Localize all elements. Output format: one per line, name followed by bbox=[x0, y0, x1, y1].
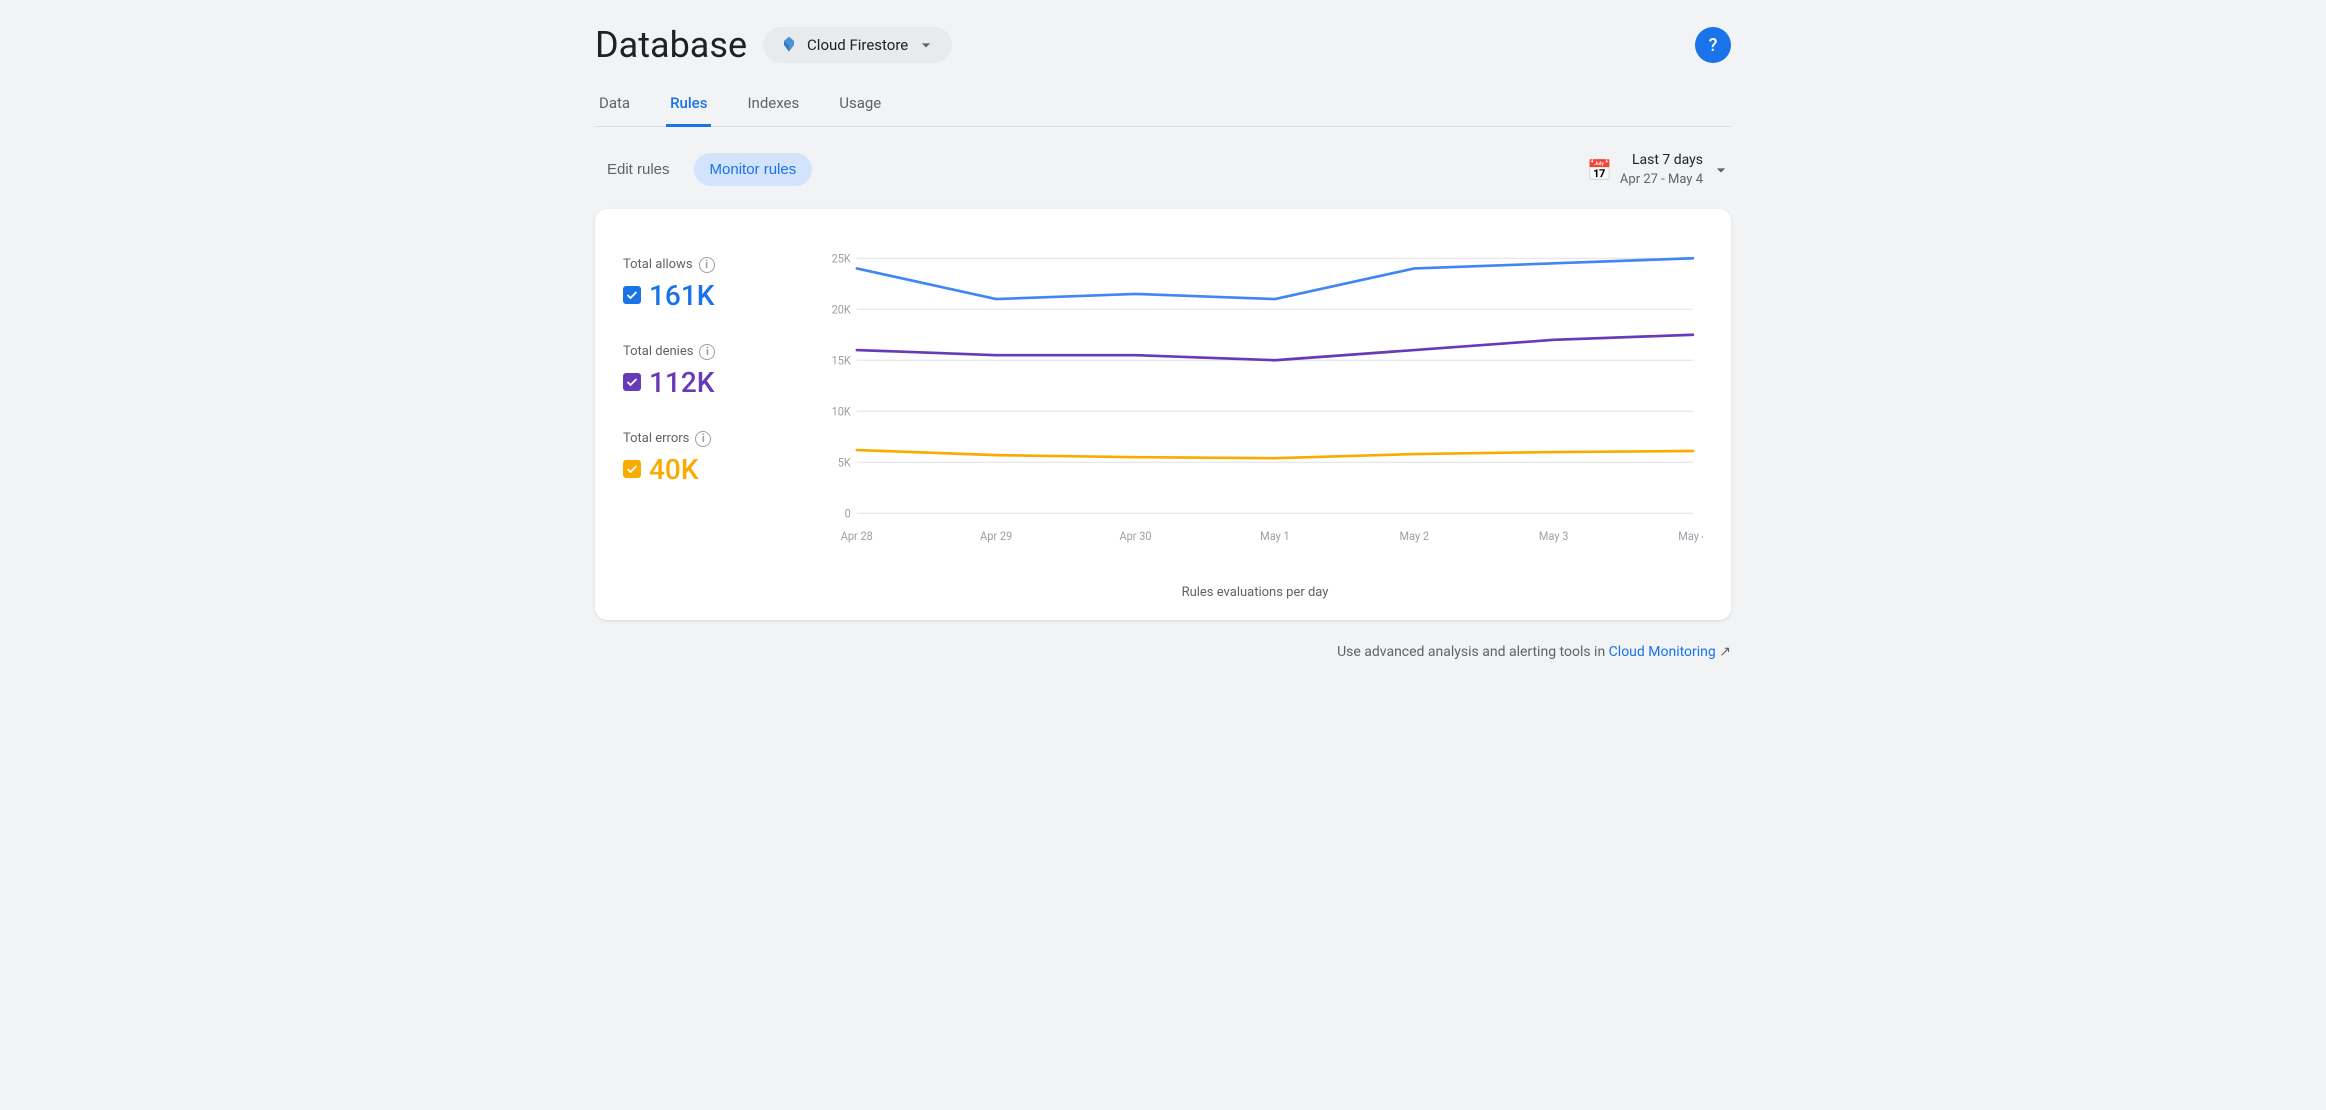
svg-text:May 3: May 3 bbox=[1539, 528, 1568, 542]
legend-panel: Total allows i 161K Total denies i bbox=[623, 237, 783, 600]
errors-label: Total errors i bbox=[623, 431, 783, 447]
external-link-icon: ↗ bbox=[1719, 644, 1731, 660]
svg-text:May 2: May 2 bbox=[1400, 528, 1429, 542]
svg-text:May 1: May 1 bbox=[1260, 528, 1289, 542]
legend-denies: Total denies i 112K bbox=[623, 344, 783, 399]
chart-svg: 25K 20K 15K 10K 5K 0 Apr 28 Apr 29 Apr 3… bbox=[807, 237, 1703, 577]
date-range-selector[interactable]: 📅 Last 7 days Apr 27 - May 4 bbox=[1587, 151, 1731, 189]
footer-text: Use advanced analysis and alerting tools… bbox=[1337, 644, 1605, 660]
legend-errors: Total errors i 40K bbox=[623, 431, 783, 486]
tab-rules[interactable]: Rules bbox=[666, 82, 711, 127]
svg-text:Apr 29: Apr 29 bbox=[980, 528, 1012, 542]
chart-area: Total allows i 161K Total denies i bbox=[623, 237, 1703, 600]
chart-x-label: Rules evaluations per day bbox=[807, 585, 1703, 600]
svg-text:May 4: May 4 bbox=[1678, 528, 1703, 542]
denies-value: 112K bbox=[649, 366, 714, 399]
allows-value: 161K bbox=[649, 279, 714, 312]
denies-info-icon[interactable]: i bbox=[699, 344, 715, 360]
errors-value-row: 40K bbox=[623, 453, 783, 486]
edit-rules-button[interactable]: Edit rules bbox=[595, 153, 682, 186]
allows-value-row: 161K bbox=[623, 279, 783, 312]
legend-allows: Total allows i 161K bbox=[623, 257, 783, 312]
cloud-monitoring-link[interactable]: Cloud Monitoring bbox=[1609, 644, 1716, 660]
help-button[interactable]: ? bbox=[1695, 27, 1731, 63]
allows-checkbox[interactable] bbox=[623, 286, 641, 304]
denies-value-row: 112K bbox=[623, 366, 783, 399]
date-range-main: Last 7 days bbox=[1620, 151, 1703, 171]
service-name: Cloud Firestore bbox=[807, 36, 908, 54]
svg-text:0: 0 bbox=[845, 506, 851, 520]
allows-label: Total allows i bbox=[623, 257, 783, 273]
monitor-rules-button[interactable]: Monitor rules bbox=[694, 153, 813, 186]
errors-checkbox[interactable] bbox=[623, 460, 641, 478]
svg-text:5K: 5K bbox=[838, 455, 852, 469]
tab-indexes[interactable]: Indexes bbox=[743, 82, 803, 127]
tab-usage[interactable]: Usage bbox=[835, 82, 885, 127]
svg-text:10K: 10K bbox=[832, 404, 852, 418]
date-range-dropdown-icon bbox=[1711, 160, 1731, 180]
dropdown-arrow-icon bbox=[916, 35, 936, 55]
errors-info-icon[interactable]: i bbox=[695, 431, 711, 447]
svg-text:Apr 28: Apr 28 bbox=[841, 528, 873, 542]
denies-checkbox[interactable] bbox=[623, 373, 641, 391]
firestore-icon bbox=[779, 35, 799, 55]
page-title: Database bbox=[595, 24, 747, 66]
date-range-sub: Apr 27 - May 4 bbox=[1620, 171, 1703, 189]
svg-text:25K: 25K bbox=[832, 251, 852, 265]
toolbar: Edit rules Monitor rules 📅 Last 7 days A… bbox=[595, 151, 1731, 189]
footer-note: Use advanced analysis and alerting tools… bbox=[595, 636, 1731, 668]
service-selector[interactable]: Cloud Firestore bbox=[763, 27, 952, 63]
chart-card: Total allows i 161K Total denies i bbox=[595, 209, 1731, 620]
nav-tabs: Data Rules Indexes Usage bbox=[595, 82, 1731, 127]
errors-value: 40K bbox=[649, 453, 699, 486]
date-range-text: Last 7 days Apr 27 - May 4 bbox=[1620, 151, 1703, 189]
svg-text:15K: 15K bbox=[832, 353, 852, 367]
toolbar-left: Edit rules Monitor rules bbox=[595, 153, 812, 186]
allows-info-icon[interactable]: i bbox=[699, 257, 715, 273]
denies-label: Total denies i bbox=[623, 344, 783, 360]
svg-text:Apr 30: Apr 30 bbox=[1120, 528, 1152, 542]
calendar-icon: 📅 bbox=[1587, 158, 1612, 182]
chart-wrapper: 25K 20K 15K 10K 5K 0 Apr 28 Apr 29 Apr 3… bbox=[807, 237, 1703, 600]
svg-text:20K: 20K bbox=[832, 302, 852, 316]
tab-data[interactable]: Data bbox=[595, 82, 634, 127]
